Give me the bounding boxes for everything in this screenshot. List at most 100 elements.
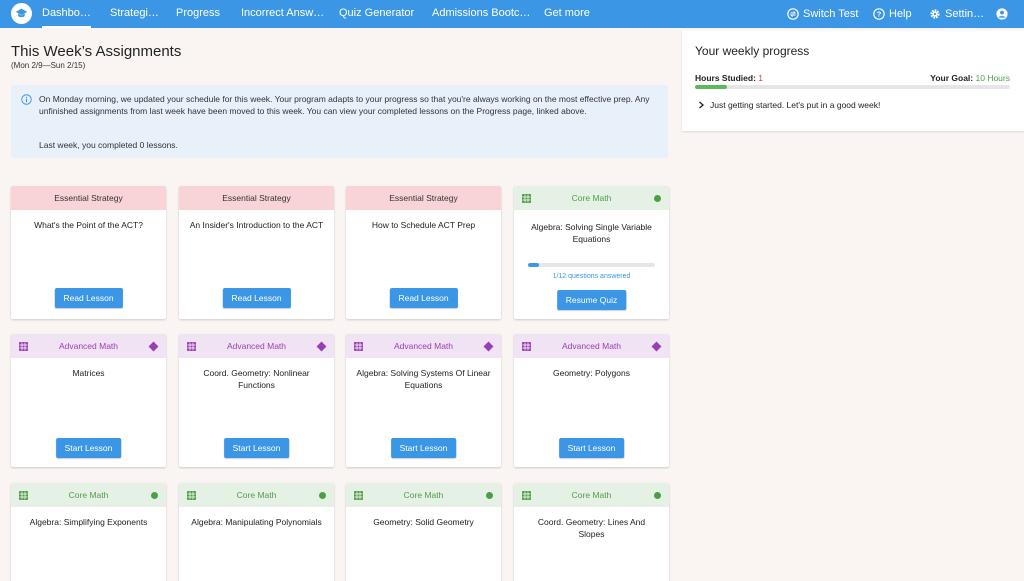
card-title: Algebra: Simplifying Exponents [29, 517, 148, 527]
grid-icon [522, 491, 531, 500]
assignment-card: Core Math Coord. Geometry: Lines And Slo… [514, 483, 669, 581]
status-dot-icon [654, 195, 661, 202]
read-lesson-button[interactable]: Read Lesson [389, 288, 458, 308]
resume-quiz-button[interactable]: Resume Quiz [556, 290, 627, 310]
last-week-summary: Last week, you completed 0 lessons. [39, 140, 178, 150]
hours-studied: Hours Studied: 1 [695, 73, 763, 83]
card-header: Advanced Math [11, 334, 166, 358]
grid-icon [19, 491, 28, 500]
user-avatar-icon [996, 8, 1008, 20]
assignment-card: Essential Strategy What's the Point of t… [11, 186, 166, 319]
assignment-card: Advanced Math Matrices Start Lesson [11, 334, 166, 467]
top-nav: Dashbo… Strategi… Progress Incorrect Ans… [0, 0, 1024, 28]
settings-label: Settin… [945, 8, 985, 20]
card-header: Core Math [514, 186, 669, 210]
card-category: Essential Strategy [179, 186, 334, 210]
quiz-progress-text: 1/12 questions answered [552, 273, 631, 280]
weekly-progress-bar [695, 85, 1010, 89]
account-button[interactable] [996, 0, 1012, 28]
info-icon [21, 94, 32, 105]
switch-icon [787, 8, 799, 20]
card-header: Advanced Math [346, 334, 501, 358]
card-header: Core Math [179, 483, 334, 507]
grid-icon [522, 194, 531, 203]
read-lesson-button[interactable]: Read Lesson [222, 288, 291, 308]
diamond-icon [483, 341, 494, 352]
nav-incorrect-answers[interactable]: Incorrect Answ… [241, 0, 324, 28]
grid-icon [187, 491, 196, 500]
progress-message: Just getting started. Let's put in a goo… [710, 100, 881, 110]
weekly-progress-fill [695, 85, 727, 89]
schedule-update-notice: On Monday morning, we updated your sched… [11, 85, 668, 158]
status-dot-icon [486, 492, 493, 499]
settings-button[interactable]: Settin… [929, 0, 984, 28]
help-button[interactable]: ? Help [873, 0, 912, 28]
weekly-progress-panel: Your weekly progress Hours Studied: 1 Yo… [682, 30, 1024, 131]
start-lesson-button[interactable]: Start Lesson [223, 438, 290, 458]
diamond-icon [148, 341, 159, 352]
switch-test-label: Switch Test [803, 8, 859, 20]
grid-icon [354, 491, 363, 500]
card-title: Matrices [72, 368, 105, 378]
card-title: What's the Point of the ACT? [34, 220, 143, 230]
read-lesson-button[interactable]: Read Lesson [54, 288, 123, 308]
start-lesson-button[interactable]: Start Lesson [55, 438, 122, 458]
card-title: Coord. Geometry: Lines And Slopes [537, 517, 646, 539]
card-category: Advanced Math [58, 341, 119, 351]
grid-icon [19, 342, 28, 351]
grid-icon [354, 342, 363, 351]
start-lesson-button[interactable]: Start Lesson [558, 438, 625, 458]
card-title: Algebra: Solving Single Variable Equatio… [531, 222, 652, 244]
start-lesson-button[interactable]: Start Lesson [390, 438, 457, 458]
nav-dashboard[interactable]: Dashbo… [42, 0, 91, 28]
card-title: Geometry: Polygons [552, 368, 630, 378]
card-category: Core Math [236, 490, 277, 500]
card-header: Advanced Math [179, 334, 334, 358]
card-category: Essential Strategy [11, 186, 166, 210]
quiz-progress-bar [528, 263, 655, 267]
assignment-card: Essential Strategy An Insider's Introduc… [179, 186, 334, 319]
assignment-card: Advanced Math Algebra: Solving Systems O… [346, 334, 501, 467]
status-dot-icon [654, 492, 661, 499]
nav-strategies[interactable]: Strategi… [110, 0, 159, 28]
grid-icon [522, 342, 531, 351]
weekly-goal: Your Goal: 10 Hours [930, 73, 1010, 83]
card-category: Essential Strategy [346, 186, 501, 210]
chevron-right-icon [699, 101, 704, 109]
hours-studied-label: Hours Studied: [695, 73, 756, 83]
quiz-progress-fill [528, 263, 539, 267]
notice-message: On Monday morning, we updated your sched… [39, 94, 650, 116]
nav-quiz-generator[interactable]: Quiz Generator [339, 0, 414, 28]
diamond-icon [316, 341, 327, 352]
help-label: Help [889, 8, 912, 20]
progress-message-toggle[interactable]: Just getting started. Let's put in a goo… [698, 100, 880, 110]
nav-admissions-bootcamp[interactable]: Admissions Bootc… [432, 0, 530, 28]
card-title: Geometry: Solid Geometry [373, 517, 474, 527]
help-icon: ? [873, 8, 885, 20]
card-category: Core Math [571, 193, 612, 203]
page-title: This Week’s Assignments [11, 43, 182, 60]
assignment-card: Core Math Geometry: Solid Geometry [346, 483, 501, 581]
nav-progress[interactable]: Progress [176, 0, 220, 28]
status-dot-icon [151, 492, 158, 499]
card-category: Advanced Math [561, 341, 622, 351]
card-title: Algebra: Manipulating Polynomials [191, 517, 322, 527]
card-category: Core Math [68, 490, 109, 500]
weekly-progress-title: Your weekly progress [695, 44, 810, 58]
goal-label: Your Goal: [930, 73, 974, 83]
status-dot-icon [319, 492, 326, 499]
home-logo-icon[interactable] [11, 3, 32, 24]
assignment-card: Essential Strategy How to Schedule ACT P… [346, 186, 501, 319]
nav-get-more[interactable]: Get more [544, 0, 590, 28]
gear-icon [930, 9, 940, 19]
card-category: Core Math [403, 490, 444, 500]
assignment-card: Core Math Algebra: Simplifying Exponents [11, 483, 166, 581]
svg-text:?: ? [877, 10, 882, 19]
card-header: Advanced Math [514, 334, 669, 358]
date-range: (Mon 2/9—Sun 2/15) [11, 61, 86, 70]
diamond-icon [651, 341, 662, 352]
card-category: Advanced Math [393, 341, 454, 351]
goal-value: 10 Hours [975, 73, 1011, 83]
card-title: Algebra: Solving Systems Of Linear Equat… [356, 368, 491, 390]
switch-test-button[interactable]: Switch Test [787, 0, 858, 28]
